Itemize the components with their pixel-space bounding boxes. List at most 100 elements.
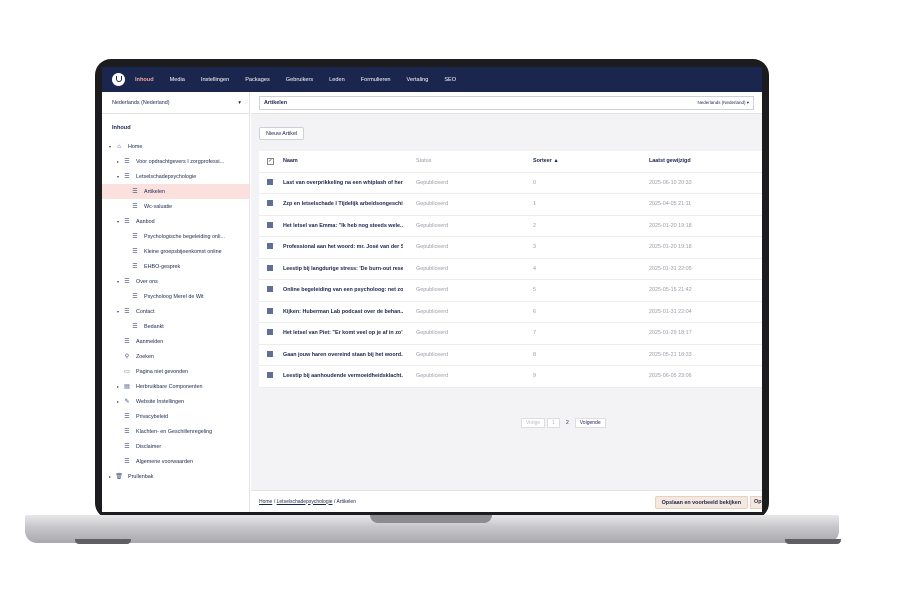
tree-item[interactable]: ▸ ☰ Voor opdrachtgevers I zorgprofessi... xyxy=(102,154,249,169)
column-status[interactable]: Status xyxy=(416,158,486,164)
tree-item[interactable]: ☰ Kleine groepsbijeenkomst online xyxy=(102,244,249,259)
document-icon xyxy=(267,372,273,379)
row-name[interactable]: Het letsel van Emma: "Ik heb nog steeds … xyxy=(283,223,403,229)
culture-selector[interactable]: Nederlands (Nederland) ▾ xyxy=(102,92,249,114)
caret-icon[interactable]: ▾ xyxy=(114,309,122,314)
publish-button[interactable]: Op xyxy=(750,496,762,509)
table-row[interactable]: Professional aan het woord: mr. José van… xyxy=(259,237,762,259)
tree-item[interactable]: ▸ ▤ Herbruikbare Componenten xyxy=(102,379,249,394)
row-name[interactable]: Leestip bij aanhoudende vermoeidheidskla… xyxy=(283,373,403,379)
tree-item-label: Letselschadepsychologie xyxy=(136,173,197,180)
tree-item[interactable]: ☰ Bedankt xyxy=(102,319,249,334)
doc-list-icon: ☰ xyxy=(132,234,138,240)
nav-vertaling[interactable]: Vertaling xyxy=(407,77,429,83)
tree-item[interactable]: ☰ Artikelen xyxy=(102,184,249,199)
nav-seo[interactable]: SEO xyxy=(444,77,456,83)
row-modified: 2025-01-20 19:18 xyxy=(649,244,692,251)
tree-item[interactable]: ▾ ☰ Contact xyxy=(102,304,249,319)
column-name[interactable]: Naam xyxy=(283,158,403,164)
tree-item[interactable]: ☰ EHBO-gesprek xyxy=(102,259,249,274)
nav-leden[interactable]: Leden xyxy=(329,77,345,83)
table-row[interactable]: Zzp en letselschade I Tijdelijk arbeidso… xyxy=(259,194,762,216)
tree-item[interactable]: ▾ ☰ Aanbod xyxy=(102,214,249,229)
page-1-button[interactable]: 1 xyxy=(547,418,560,428)
nav-formulieren[interactable]: Formulieren xyxy=(361,77,391,83)
tree-item[interactable]: ▭ Pagina niet gevonden xyxy=(102,364,249,379)
caret-icon[interactable]: ▾ xyxy=(114,279,122,284)
page-2-button[interactable]: 2 xyxy=(562,418,573,428)
caret-icon[interactable]: ▾ xyxy=(106,144,114,149)
table-row[interactable]: Leestip bij aanhoudende vermoeidheidskla… xyxy=(259,366,762,388)
tree-item-label: Privacybeleid xyxy=(136,413,169,420)
prev-page-button[interactable]: Vorige xyxy=(521,418,546,428)
umbraco-logo[interactable] xyxy=(112,73,125,86)
tree-item[interactable]: ☰ Wc-valuatie xyxy=(102,199,249,214)
table-row[interactable]: Het letsel van Piet: "Er komt veel op je… xyxy=(259,323,762,345)
tree-item[interactable]: ▾ ☰ Letselschadepsychologie xyxy=(102,169,249,184)
next-page-button[interactable]: Volgende xyxy=(574,418,606,428)
tools-icon: ✎ xyxy=(124,399,130,405)
new-article-button[interactable]: Nieuw Artikel xyxy=(259,127,305,140)
nav-instellingen[interactable]: Instellingen xyxy=(201,77,229,83)
tree-item[interactable]: ☰ Psychologische begeleiding onli... xyxy=(102,229,249,244)
doc-list-icon: ☰ xyxy=(124,174,130,180)
tree-item[interactable]: ☰ Aanmelden xyxy=(102,334,249,349)
tree-item[interactable]: ▸ ✎ Website Instellingen xyxy=(102,394,249,409)
caret-icon[interactable]: ▾ xyxy=(114,219,122,224)
node-name-input[interactable]: Artikelen Nederlands (Nederland) ▾ xyxy=(259,95,754,110)
tree-item[interactable]: ☰ Psycholoog Merel de Wit xyxy=(102,289,249,304)
row-modified: 2025-01-31 22:04 xyxy=(649,308,692,315)
column-modified[interactable]: Laatst gewijzigd xyxy=(649,158,749,164)
row-name[interactable]: Leestip bij langdurige stress: 'De burn-… xyxy=(283,266,403,272)
table-row[interactable]: Het letsel van Emma: "Ik heb nog steeds … xyxy=(259,216,762,237)
tree-item[interactable]: ▾ ☰ Over ons xyxy=(102,274,249,289)
breadcrumb-parent[interactable]: Letselschadepsychologie xyxy=(277,499,333,505)
row-status: Gepubliceerd xyxy=(416,308,449,315)
caret-icon[interactable]: ▸ xyxy=(114,159,122,164)
tree-item-label: Voor opdrachtgevers I zorgprofessi... xyxy=(136,158,225,165)
caret-icon[interactable]: ▸ xyxy=(106,474,114,479)
tree-item-label: Aanmelden xyxy=(136,338,164,345)
main-panel: Artikelen Nederlands (Nederland) ▾ Nieuw… xyxy=(251,92,762,512)
tree-item[interactable]: ▸ 🗑 Prullenbak xyxy=(102,469,249,484)
table-row[interactable]: Kijken: Huberman Lab podcast over de beh… xyxy=(259,302,762,323)
row-name[interactable]: Het letsel van Piet: "Er komt veel op je… xyxy=(283,330,403,336)
breadcrumb-current: Artikelen xyxy=(336,498,356,505)
row-name[interactable]: Online begeleiding van een psycholoog: n… xyxy=(283,287,403,293)
row-name[interactable]: Kijken: Huberman Lab podcast over de beh… xyxy=(283,309,403,315)
laptop-foot-left xyxy=(75,539,131,544)
row-status: Gepubliceerd xyxy=(416,265,449,272)
nav-inhoud[interactable]: Inhoud xyxy=(135,77,154,83)
row-name[interactable]: Gaan jouw haren overeind staan bij het w… xyxy=(283,352,403,358)
table-row[interactable]: Gaan jouw haren overeind staan bij het w… xyxy=(259,345,762,366)
tree-item[interactable]: ☰ Klachten- en Geschillenregeling xyxy=(102,424,249,439)
breadcrumb-home[interactable]: Home xyxy=(259,499,272,505)
table-row[interactable]: Online begeleiding van een psycholoog: n… xyxy=(259,280,762,302)
caret-icon[interactable]: ▸ xyxy=(114,384,122,389)
nav-gebruikers[interactable]: Gebruikers xyxy=(286,77,313,83)
row-sort: 6 xyxy=(533,308,536,315)
culture-dropdown[interactable]: Nederlands (Nederland) ▾ xyxy=(697,100,749,106)
tree-item[interactable]: ☰ Privacybeleid xyxy=(102,409,249,424)
column-sort[interactable]: Sorteer ▲ xyxy=(533,158,613,164)
tree-item[interactable]: ▾ ⌂ Home xyxy=(102,139,249,154)
row-name[interactable]: Zzp en letselschade I Tijdelijk arbeidso… xyxy=(283,201,403,207)
save-preview-button[interactable]: Opslaan en voorbeeld bekijken xyxy=(654,496,748,509)
row-name[interactable]: Last van overprikkeling na een whiplash … xyxy=(283,180,403,186)
row-name[interactable]: Professional aan het woord: mr. José van… xyxy=(283,244,403,250)
table-row[interactable]: Last van overprikkeling na een whiplash … xyxy=(259,173,762,194)
table-row[interactable]: Leestip bij langdurige stress: 'De burn-… xyxy=(259,259,762,280)
tree-item[interactable]: ☰ Disclaimer xyxy=(102,439,249,454)
list-view-table: ✓ Naam Status Sorteer ▲ Laatst gewijzigd… xyxy=(259,151,762,388)
doc-list-icon: ☰ xyxy=(124,159,130,165)
tree-item[interactable]: ⚲ Zoeken xyxy=(102,349,249,364)
caret-icon[interactable]: ▸ xyxy=(114,399,122,404)
tree-item-label: Website Instellingen xyxy=(136,398,185,405)
nav-packages[interactable]: Packages xyxy=(245,77,270,83)
caret-icon[interactable]: ▾ xyxy=(114,174,122,179)
tree-item[interactable]: ☰ Algemene voorwaarden xyxy=(102,454,249,469)
row-modified: 2025-06-05 23:06 xyxy=(649,373,692,380)
row-modified: 2025-01-31 22:05 xyxy=(649,265,692,272)
nav-media[interactable]: Media xyxy=(170,77,185,83)
select-all-checkbox[interactable]: ✓ xyxy=(267,157,274,165)
